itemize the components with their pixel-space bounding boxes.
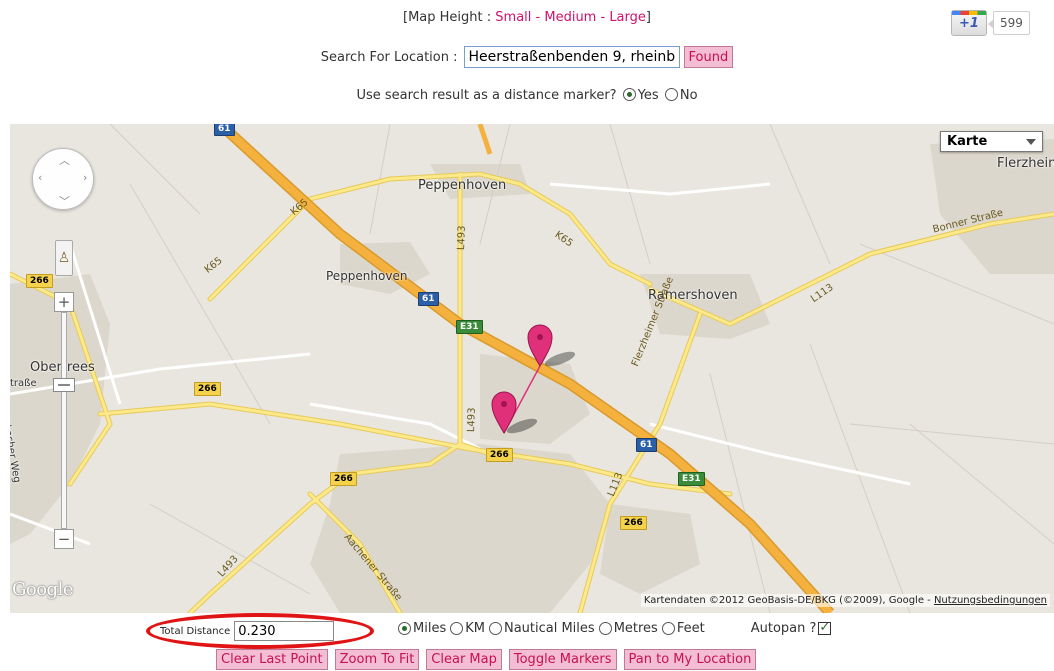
shield-a61: 61 bbox=[418, 292, 439, 306]
radio-yes-label: Yes bbox=[637, 88, 659, 103]
shield-266: 266 bbox=[194, 382, 221, 396]
map-height-separator: - bbox=[596, 10, 610, 25]
radio-km-label: KM bbox=[465, 620, 485, 636]
action-buttons: Clear Last Point Zoom To Fit Clear Map T… bbox=[216, 649, 757, 670]
pan-left-icon[interactable]: ‹ bbox=[38, 171, 42, 184]
pan-up-icon[interactable]: ︿ bbox=[59, 152, 70, 168]
map-height-separator: - bbox=[531, 10, 545, 25]
radio-miles[interactable] bbox=[398, 621, 411, 635]
shield-e31: E31 bbox=[678, 472, 705, 486]
found-button[interactable]: Found bbox=[683, 46, 734, 68]
terms-link[interactable]: Nutzungsbedingungen bbox=[934, 595, 1047, 606]
map-height-small-link[interactable]: Small bbox=[495, 10, 531, 25]
distance-marker-question: Use search result as a distance marker? bbox=[356, 88, 617, 103]
google-plus-one-widget: +1 599 bbox=[951, 10, 1030, 36]
radio-metres-label: Metres bbox=[613, 620, 658, 636]
radio-miles-label: Miles bbox=[413, 620, 447, 636]
zoom-in-button[interactable]: + bbox=[54, 292, 74, 312]
radio-km[interactable] bbox=[450, 621, 464, 635]
map-height-suffix: ] bbox=[645, 10, 651, 25]
autopan-label: Autopan ? bbox=[750, 620, 817, 636]
map-height-large-link[interactable]: Large bbox=[609, 10, 646, 25]
pan-control[interactable]: ︿ ﹀ ‹ › bbox=[32, 148, 94, 210]
chevron-down-icon bbox=[1026, 139, 1036, 145]
google-logo: Google bbox=[12, 579, 73, 600]
search-location-input[interactable] bbox=[463, 46, 680, 68]
shield-a61: 61 bbox=[636, 438, 657, 452]
zoom-to-fit-button[interactable]: Zoom To Fit bbox=[334, 649, 420, 670]
shield-e31: E31 bbox=[456, 320, 483, 334]
google-color-bar bbox=[952, 11, 986, 15]
toggle-markers-button[interactable]: Toggle Markers bbox=[508, 649, 617, 670]
total-distance-field[interactable] bbox=[234, 621, 335, 641]
radio-feet[interactable] bbox=[661, 621, 675, 635]
road-l493: L493 bbox=[466, 407, 478, 433]
place-peppenhoven: Peppenhoven bbox=[418, 178, 507, 193]
pan-to-my-location-button[interactable]: Pan to My Location bbox=[623, 649, 757, 670]
google-plus-one-button[interactable]: +1 bbox=[951, 10, 987, 36]
radio-no-label: No bbox=[679, 88, 698, 103]
shield-266: 266 bbox=[330, 472, 357, 486]
map-type-select[interactable]: Karte bbox=[940, 131, 1043, 152]
map-height-prefix: [Map Height : bbox=[403, 10, 496, 25]
distance-marker-option: Use search result as a distance marker? … bbox=[0, 88, 1054, 103]
map-type-label: Karte bbox=[947, 134, 988, 149]
units-selector: Miles KM Nautical Miles Metres Feet Auto… bbox=[396, 618, 832, 638]
map-canvas[interactable]: Peppenhoven Peppenhoven Ramershoven Fler… bbox=[10, 124, 1054, 613]
radio-nautical-miles-label: Nautical Miles bbox=[503, 620, 595, 636]
zoom-out-button[interactable]: − bbox=[54, 529, 74, 549]
place-strasse-fragment: traße bbox=[10, 378, 37, 389]
shield-a61: 61 bbox=[214, 124, 235, 136]
street-view-pegman-icon[interactable]: ♙ bbox=[55, 240, 73, 276]
shield-266: 266 bbox=[486, 448, 513, 462]
search-label: Search For Location : bbox=[320, 49, 458, 65]
map-height-medium-link[interactable]: Medium bbox=[544, 10, 596, 25]
radio-no[interactable] bbox=[664, 88, 678, 101]
radio-feet-label: Feet bbox=[676, 620, 705, 636]
map-credits-text: Kartendaten ©2012 GeoBasis-DE/BKG (©2009… bbox=[643, 595, 934, 606]
map-credits: Kartendaten ©2012 GeoBasis-DE/BKG (©2009… bbox=[640, 594, 1050, 607]
clear-map-button[interactable]: Clear Map bbox=[426, 649, 502, 670]
shield-266: 266 bbox=[26, 274, 53, 288]
map-roads-layer bbox=[10, 124, 1054, 613]
search-row: Search For Location : Found bbox=[0, 46, 1054, 68]
total-distance-row: Total Distance bbox=[148, 617, 335, 645]
radio-metres[interactable] bbox=[598, 621, 612, 635]
zoom-slider-handle[interactable] bbox=[53, 378, 75, 392]
road-l493: L493 bbox=[456, 225, 468, 251]
radio-nautical-miles[interactable] bbox=[488, 621, 502, 635]
radio-yes[interactable] bbox=[622, 88, 636, 101]
plus-one-label: +1 bbox=[959, 15, 979, 31]
zoom-slider-track[interactable] bbox=[61, 312, 67, 529]
pan-down-icon[interactable]: ﹀ bbox=[59, 193, 70, 209]
autopan-checkbox[interactable] bbox=[818, 620, 832, 635]
map-height-selector: [Map Height : Small - Medium - Large] bbox=[0, 10, 1054, 25]
place-flerzheim: Flerzhein bbox=[997, 156, 1054, 171]
clear-last-point-button[interactable]: Clear Last Point bbox=[216, 649, 328, 670]
plus-one-count: 599 bbox=[988, 11, 1030, 35]
place-peppenhoven-small: Peppenhoven bbox=[326, 269, 408, 283]
pan-right-icon[interactable]: › bbox=[83, 171, 87, 184]
total-distance-label: Total Distance bbox=[160, 625, 231, 637]
shield-266: 266 bbox=[620, 516, 647, 530]
